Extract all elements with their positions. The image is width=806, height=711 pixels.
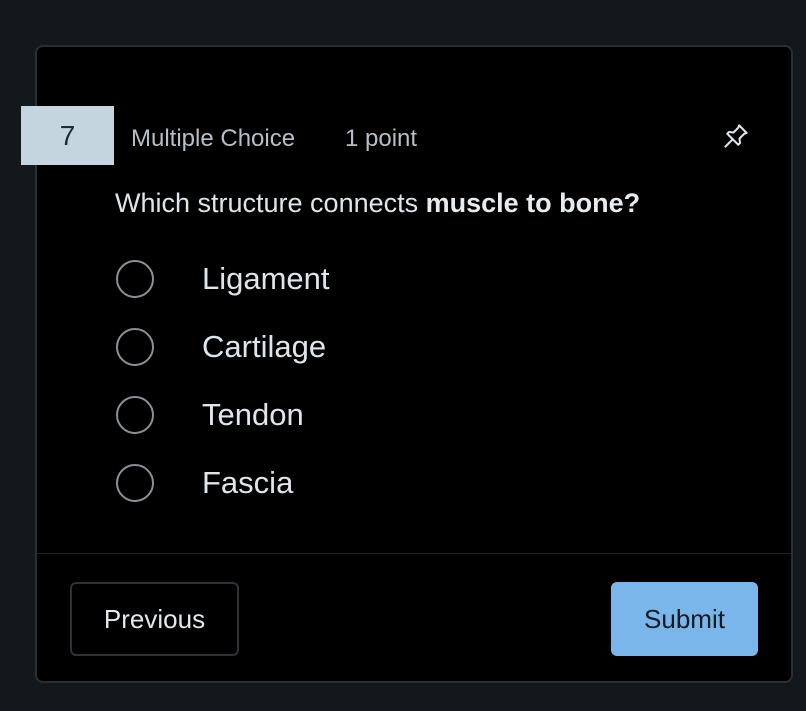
answer-option-label: Fascia — [202, 465, 294, 500]
radio-button[interactable] — [116, 464, 154, 502]
answer-option-label: Cartilage — [202, 329, 327, 364]
footer-divider — [37, 553, 791, 554]
answer-option-label: Tendon — [202, 397, 304, 432]
answer-options: Ligament Cartilage Tendon Fascia — [116, 245, 330, 517]
previous-button[interactable]: Previous — [70, 582, 239, 656]
answer-option-label: Ligament — [202, 261, 330, 296]
question-text-bold: muscle to bone? — [425, 188, 641, 218]
answer-option-tendon[interactable]: Tendon — [116, 381, 330, 449]
pin-icon — [724, 124, 748, 148]
pin-button[interactable] — [718, 118, 754, 154]
question-text-plain: Which structure connects — [115, 188, 426, 218]
submit-button[interactable]: Submit — [611, 582, 758, 656]
radio-button[interactable] — [116, 260, 154, 298]
answer-option-fascia[interactable]: Fascia — [116, 449, 330, 517]
question-type-label: Multiple Choice — [131, 125, 296, 152]
question-points-label: 1 point — [345, 125, 418, 152]
question-number-badge: 7 — [21, 106, 114, 165]
answer-option-cartilage[interactable]: Cartilage — [116, 313, 330, 381]
question-text: Which structure connects muscle to bone? — [115, 183, 640, 223]
radio-button[interactable] — [116, 396, 154, 434]
answer-option-ligament[interactable]: Ligament — [116, 245, 330, 313]
radio-button[interactable] — [116, 328, 154, 366]
